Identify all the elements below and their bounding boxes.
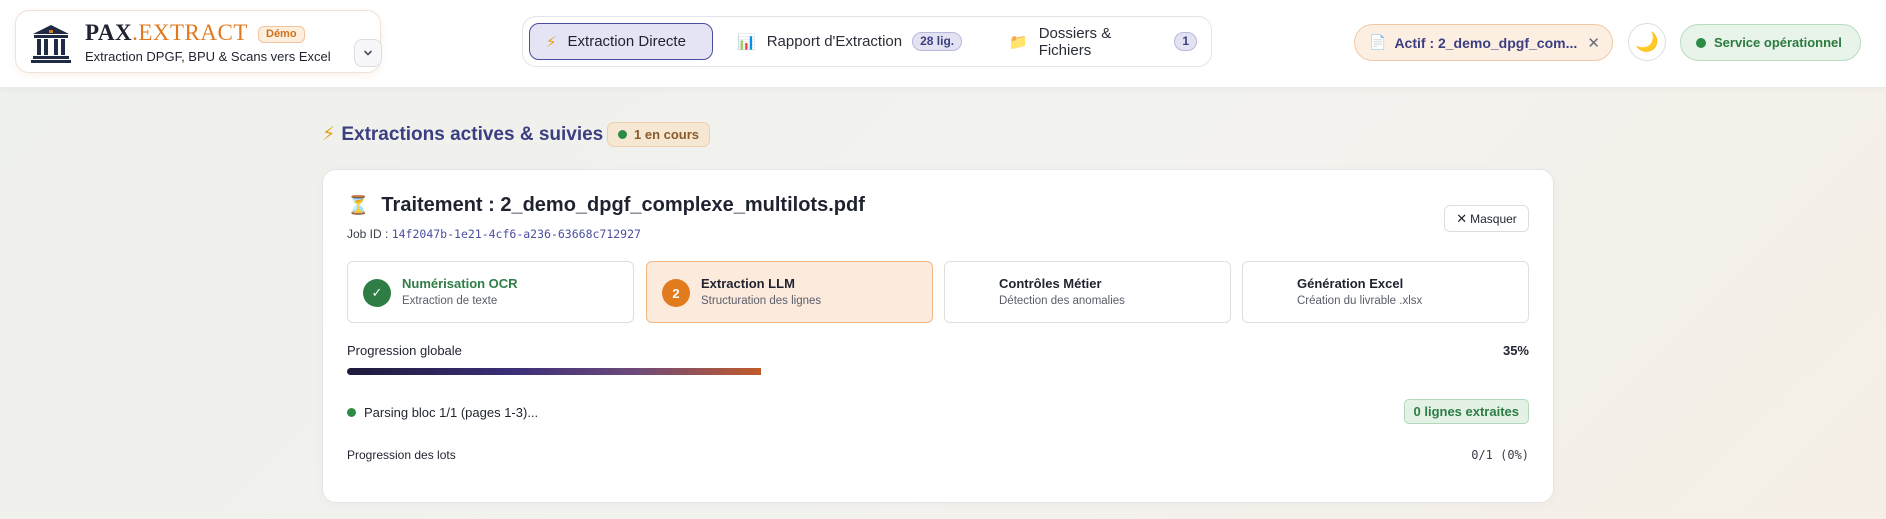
tab-rapport-extraction[interactable]: 📊 Rapport d'Extraction 28 lig. xyxy=(721,23,976,60)
in-progress-label: 1 en cours xyxy=(634,127,700,142)
brand-name-part1: Pax xyxy=(85,20,133,45)
job-id-value: 14f2047b-1e21-4cf6-a236-63668c712927 xyxy=(391,227,641,241)
brand-name: Pax.Extract xyxy=(85,21,248,44)
hourglass-icon: ⏳ xyxy=(347,195,370,215)
parse-status-text: Parsing bloc 1/1 (pages 1-3)... xyxy=(364,405,539,420)
moon-icon: 🌙 xyxy=(1635,32,1659,53)
close-icon[interactable]: ✕ xyxy=(1587,34,1600,52)
lots-progress-label: Progression des lots xyxy=(347,448,456,462)
global-progress-label: Progression globale xyxy=(347,343,462,358)
brand-name-part2: .Extract xyxy=(132,20,248,45)
section-title-text: Extractions actives & suivies (1) xyxy=(341,123,632,145)
step-title: Extraction LLM xyxy=(701,276,795,291)
brand-subtitle: Extraction DPGF, BPU & Scans vers Excel xyxy=(85,49,331,64)
step-subtitle: Structuration des lignes xyxy=(701,295,822,307)
step-subtitle: Extraction de texte xyxy=(402,295,498,307)
tab-extraction-directe[interactable]: ⚡ Extraction Directe xyxy=(529,23,713,60)
brand-menu-toggle[interactable] xyxy=(354,39,382,67)
job-title: ⏳ Traitement : 2_demo_dpgf_complexe_mult… xyxy=(347,194,865,217)
chevron-down-icon xyxy=(364,50,372,56)
step-ocr: ✓ Numérisation OCR Extraction de texte xyxy=(347,261,634,323)
tab-label: Extraction Directe xyxy=(567,33,686,50)
section-title: ⚡ Extractions actives & suivies (1) xyxy=(322,123,632,146)
global-progress-bar xyxy=(347,368,1531,375)
pipeline-steps: ✓ Numérisation OCR Extraction de texte 2… xyxy=(347,261,1531,323)
tab-label: Rapport d'Extraction xyxy=(766,33,903,50)
step-excel: Génération Excel Création du livrable .x… xyxy=(1242,261,1529,323)
extracted-lines-badge: 0 lignes extraites xyxy=(1403,399,1529,424)
job-id-label: Job ID : xyxy=(347,227,389,241)
active-file-pill[interactable]: 📄 Actif : 2_demo_dpgf_com... ✕ xyxy=(1354,24,1613,61)
tab-count-badge: 1 xyxy=(1174,32,1197,51)
brand-card: Pax.Extract Démo Extraction DPGF, BPU & … xyxy=(15,10,382,73)
hide-button-label: Masquer xyxy=(1470,211,1517,226)
in-progress-badge: 1 en cours xyxy=(607,122,711,147)
service-status-label: Service opérationnel xyxy=(1714,35,1842,50)
lots-progress-value: 0/1 (0%) xyxy=(1471,448,1529,462)
check-icon: ✓ xyxy=(363,279,391,307)
tab-dossiers-fichiers[interactable]: 📁 Dossiers & Fichiers 1 xyxy=(993,23,1211,60)
step-controles: Contrôles Métier Détection des anomalies xyxy=(944,261,1231,323)
step-subtitle: Détection des anomalies xyxy=(999,295,1125,307)
progress-fill xyxy=(347,368,762,375)
top-bar: Pax.Extract Démo Extraction DPGF, BPU & … xyxy=(0,0,1886,88)
tab-count-badge: 28 lig. xyxy=(912,32,963,51)
job-card: ⏳ Traitement : 2_demo_dpgf_complexe_mult… xyxy=(322,169,1554,503)
close-icon: ✕ xyxy=(1456,210,1468,226)
bank-building-icon xyxy=(31,25,71,63)
bar-chart-icon: 📊 xyxy=(737,33,756,51)
document-icon: 📄 xyxy=(1369,34,1387,50)
step-number: 2 xyxy=(662,279,690,307)
lightning-icon: ⚡ xyxy=(322,124,336,145)
lightning-icon: ⚡ xyxy=(546,33,557,51)
job-title-text: Traitement : 2_demo_dpgf_complexe_multil… xyxy=(381,194,865,216)
hide-button[interactable]: ✕ Masquer xyxy=(1444,205,1529,232)
active-file-label: Actif : 2_demo_dpgf_com... xyxy=(1394,34,1578,51)
step-title: Génération Excel xyxy=(1297,276,1404,291)
status-dot-icon xyxy=(1696,37,1706,48)
parse-status: Parsing bloc 1/1 (pages 1-3)... xyxy=(347,405,538,420)
global-progress-percent: 35% xyxy=(1502,343,1529,358)
main-nav: ⚡ Extraction Directe 📊 Rapport d'Extract… xyxy=(522,16,1212,67)
step-title: Numérisation OCR xyxy=(402,276,518,291)
step-llm: 2 Extraction LLM Structuration des ligne… xyxy=(646,261,933,323)
step-subtitle: Création du livrable .xlsx xyxy=(1297,295,1423,307)
tab-label: Dossiers & Fichiers xyxy=(1038,24,1112,59)
step-title: Contrôles Métier xyxy=(999,276,1102,291)
status-dot-icon xyxy=(618,130,627,139)
status-dot-icon xyxy=(347,408,356,417)
service-status-badge: Service opérationnel xyxy=(1680,24,1861,61)
job-id: Job ID : 14f2047b-1e21-4cf6-a236-63668c7… xyxy=(347,227,641,241)
folder-icon: 📁 xyxy=(1009,33,1028,51)
theme-toggle-button[interactable]: 🌙 xyxy=(1628,23,1666,61)
demo-badge: Démo xyxy=(258,26,305,43)
